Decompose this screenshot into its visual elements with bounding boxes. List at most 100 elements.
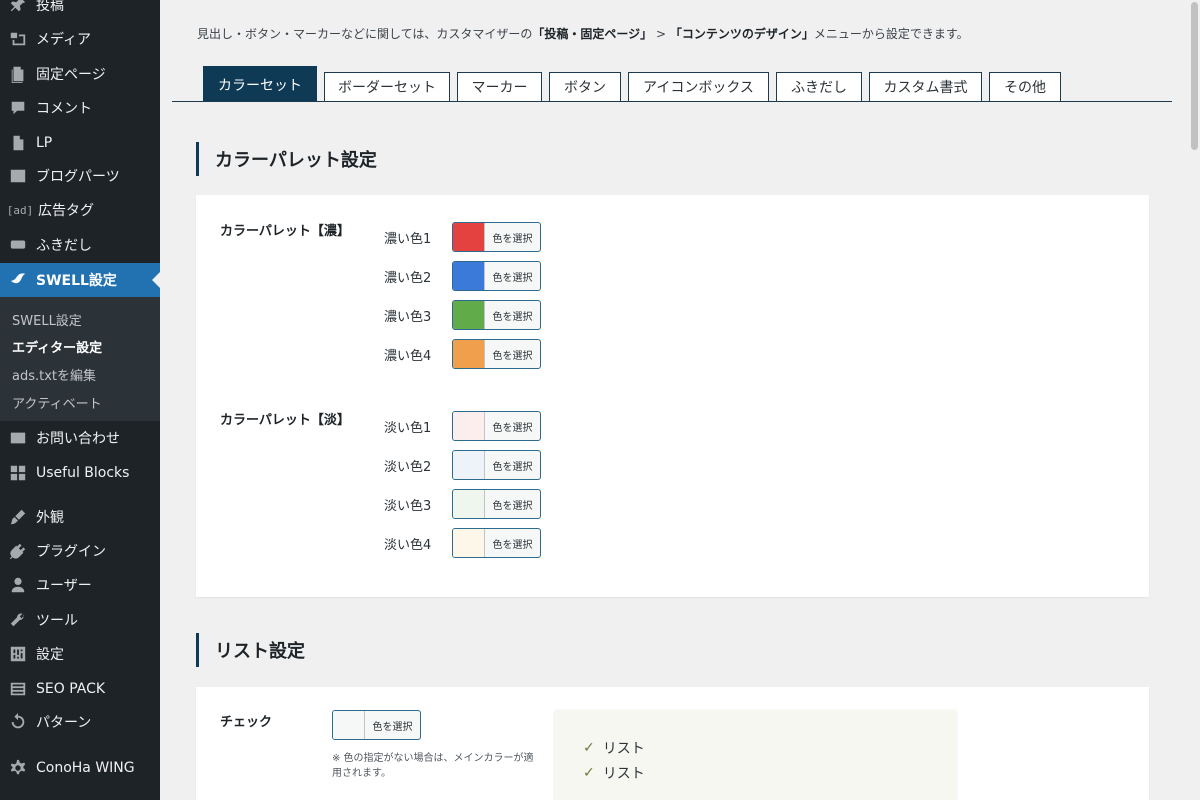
admin-sidebar: 投稿メディア固定ページコメント LP ブログパーツ [ad] 広告タグふきだし SWELL… [0, 0, 160, 800]
main-content: 見出し・ボタン・マーカーなどに関しては、カスタマイザーの「投稿・固定ページ」 >… [160, 0, 1188, 800]
sidebar-item-6[interactable]: [ad] 広告タグ [0, 193, 160, 227]
light-color-button-2[interactable]: 色を選択 [452, 450, 541, 480]
info-link-content-design: 「コンテンツのデザイン」 [669, 27, 814, 41]
sidebar-item-3[interactable]: コメント [0, 91, 160, 125]
scrollbar-thumb[interactable] [1191, 2, 1198, 150]
dark-color-button-1[interactable]: 色を選択 [452, 222, 541, 252]
sidebar-item-18[interactable]: ConoHa WING [0, 751, 160, 785]
sidebar-item-label: 設定 [36, 647, 64, 663]
color-button-label: 色を選択 [492, 350, 533, 362]
list-preview-item: ✓ リスト [583, 763, 645, 783]
sidebar-item-label: パターン [36, 715, 92, 731]
info-text: 見出し・ボタン・マーカーなどに関しては、カスタマイザーの「投稿・固定ページ」 >… [197, 25, 969, 42]
tab-others[interactable]: その他 [989, 72, 1061, 101]
page-icon [8, 64, 28, 84]
color-button-label: 色を選択 [492, 539, 533, 551]
submenu-editor-settings[interactable]: エディター設定 [12, 337, 102, 356]
sidebar-item-10[interactable]: Useful Blocks [0, 456, 160, 490]
submenu-swell-settings[interactable]: SWELL設定 [12, 310, 82, 329]
tab-balloon[interactable]: ふきだし [776, 72, 862, 101]
dark-color-swatch-2 [453, 262, 485, 290]
sidebar-item-label: ConoHa WING [36, 760, 135, 776]
plugin-icon [8, 541, 28, 561]
swell-icon [8, 270, 28, 290]
light-color-label-4: 淡い色4 [384, 538, 432, 553]
color-button-label: 色を選択 [492, 233, 533, 245]
sidebar-item-label: ブログパーツ [36, 169, 120, 185]
dark-color-label-4: 濃い色4 [384, 349, 432, 364]
dark-color-button-3[interactable]: 色を選択 [452, 300, 541, 330]
scrollbar[interactable] [1188, 0, 1200, 800]
sidebar-item-2[interactable]: 固定ページ [0, 57, 160, 91]
light-color-button-1[interactable]: 色を選択 [452, 411, 541, 441]
ad-icon: [ad] [6, 203, 34, 217]
check-color-button[interactable]: 色を選択 [332, 710, 421, 740]
sidebar-item-8[interactable]: SWELL設定 [0, 263, 160, 297]
list-preview-item: ✓ リスト [583, 738, 645, 758]
light-color-button-4[interactable]: 色を選択 [452, 528, 541, 558]
list-preview: ✓ リスト ✓ リスト [555, 710, 956, 800]
list-section-title: リスト設定 [196, 633, 305, 667]
tab-icon-box[interactable]: アイコンボックス [628, 72, 769, 101]
tab-custom-format[interactable]: カスタム書式 [869, 72, 982, 101]
sidebar-item-label: 投稿 [36, 0, 64, 14]
color-button-label: 色を選択 [492, 311, 533, 323]
dark-color-swatch-4 [453, 340, 485, 368]
sidebar-item-12[interactable]: プラグイン [0, 534, 160, 568]
swell-submenu: SWELL設定 エディター設定 ads.txtを編集 アクティベート [0, 297, 160, 421]
user-icon [8, 575, 28, 595]
sidebar-item-5[interactable]: ブログパーツ [0, 159, 160, 193]
list-preview-item-label: リスト [602, 741, 645, 757]
sidebar-item-label: メディア [36, 32, 92, 48]
dark-color-label-2: 濃い色2 [384, 271, 432, 286]
sidebar-item-15[interactable]: 設定 [0, 637, 160, 671]
refresh-icon [8, 712, 28, 732]
check-color-note: ※ 色の指定がない場合は、メインカラーが適用されます。 [332, 753, 534, 779]
list-panel: チェック 色を選択 ※ 色の指定がない場合は、メインカラーが適用されます。 ✓ … [196, 687, 1149, 800]
sidebar-item-label: ユーザー [36, 578, 92, 594]
check-label: チェック [220, 715, 273, 730]
light-color-button-3[interactable]: 色を選択 [452, 489, 541, 519]
check-icon: ✓ [583, 740, 595, 756]
info-separator: > [652, 27, 670, 41]
sidebar-item-7[interactable]: ふきだし [0, 228, 160, 262]
tab-marker[interactable]: マーカー [457, 72, 542, 101]
pin-icon [8, 0, 28, 15]
table-icon [8, 166, 28, 186]
submenu-activate[interactable]: アクティベート [12, 393, 102, 412]
sidebar-item-9[interactable]: お問い合わせ [0, 421, 160, 455]
document-icon [8, 133, 28, 153]
tab-border-set[interactable]: ボーダーセット [324, 72, 450, 101]
sidebar-item-17[interactable]: パターン [0, 705, 160, 739]
sidebar-item-label: 固定ページ [36, 67, 106, 83]
submenu-ads-txt[interactable]: ads.txtを編集 [12, 365, 96, 384]
sidebar-item-label: 広告タグ [38, 203, 94, 219]
check-icon: ✓ [583, 765, 595, 781]
sidebar-item-label: コメント [36, 101, 92, 117]
mail-icon [8, 428, 28, 448]
check-color-swatch [333, 711, 365, 739]
sidebar-item-label: 外観 [36, 510, 64, 526]
tab-button[interactable]: ボタン [549, 72, 621, 101]
sidebar-item-4[interactable]: LP [0, 126, 160, 160]
light-color-label-3: 淡い色3 [384, 499, 432, 514]
tab-color-set[interactable]: カラーセット [203, 66, 317, 102]
sidebar-item-1[interactable]: メディア [0, 22, 160, 56]
media-icon [8, 29, 28, 49]
dark-color-button-2[interactable]: 色を選択 [452, 261, 541, 291]
dark-color-button-4[interactable]: 色を選択 [452, 339, 541, 369]
sidebar-item-13[interactable]: ユーザー [0, 568, 160, 602]
sidebar-item-11[interactable]: 外観 [0, 500, 160, 534]
info-suffix: メニューから設定できます。 [813, 27, 969, 41]
list-preview-item-label: リスト [602, 766, 645, 782]
sidebar-item-0[interactable]: 投稿 [0, 0, 160, 22]
sidebar-item-14[interactable]: ツール [0, 603, 160, 637]
palette-section-title: カラーパレット設定 [196, 142, 377, 176]
sidebar-item-16[interactable]: SEO PACK [0, 672, 160, 706]
sidebar-item-label: SWELL設定 [36, 273, 117, 289]
sidebar-item-label: SEO PACK [36, 681, 106, 697]
sidebar-item-label: ふきだし [36, 238, 92, 254]
comment-icon [8, 98, 28, 118]
light-color-swatch-1 [453, 412, 485, 440]
light-color-label-2: 淡い色2 [384, 460, 432, 475]
